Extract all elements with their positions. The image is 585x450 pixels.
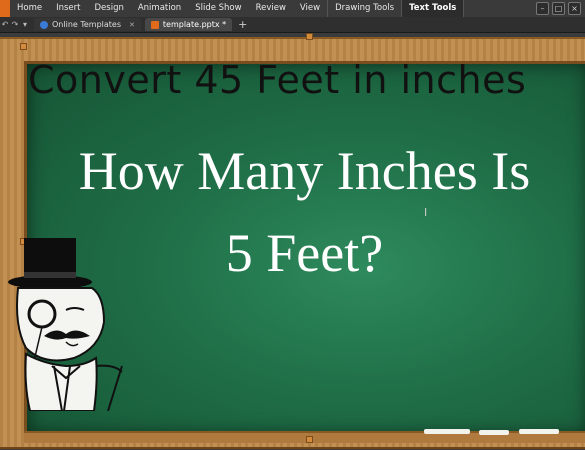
text-cursor-icon: I xyxy=(424,206,428,219)
document-icon xyxy=(150,20,159,29)
question-line-1: How Many Inches Is xyxy=(78,141,531,201)
new-tab-button[interactable]: + xyxy=(238,18,247,31)
maximize-icon[interactable]: □ xyxy=(552,2,565,15)
slide-heading[interactable]: Convert 45 Feet in inches xyxy=(28,58,585,102)
app-menu-button[interactable] xyxy=(0,0,10,17)
chalk-tray xyxy=(24,429,585,443)
tab-online-templates[interactable]: Online Templates ✕ xyxy=(34,18,141,31)
chalk-piece xyxy=(519,429,559,434)
tab-template-pptx[interactable]: template.pptx * xyxy=(144,18,233,31)
menu-insert[interactable]: Insert xyxy=(49,0,87,17)
document-tab-bar: ↶ ↷ ▾ Online Templates ✕ template.pptx *… xyxy=(0,17,585,33)
selection-handle[interactable] xyxy=(306,33,313,40)
close-icon[interactable]: × xyxy=(568,2,581,15)
menu-slide-show[interactable]: Slide Show xyxy=(188,0,248,17)
chalk-piece xyxy=(479,430,509,435)
tab-label: Online Templates xyxy=(52,20,122,29)
menu-home[interactable]: Home xyxy=(10,0,49,17)
menu-drawing-tools[interactable]: Drawing Tools xyxy=(327,0,401,17)
undo-icon[interactable]: ↶ xyxy=(0,20,10,29)
minimize-icon[interactable]: – xyxy=(536,2,549,15)
redo-icon[interactable]: ↷ xyxy=(10,20,20,29)
menu-review[interactable]: Review xyxy=(249,0,293,17)
close-tab-icon[interactable]: ✕ xyxy=(129,21,135,29)
chalk-piece xyxy=(424,429,470,434)
selection-handle[interactable] xyxy=(20,43,27,50)
menu-design[interactable]: Design xyxy=(88,0,131,17)
menu-bar: Home Insert Design Animation Slide Show … xyxy=(0,0,585,18)
online-templates-icon xyxy=(40,20,48,29)
selection-handle[interactable] xyxy=(306,436,313,443)
mustache-meme-image[interactable] xyxy=(4,236,134,411)
tab-label: template.pptx * xyxy=(162,20,227,29)
window-controls: – □ × xyxy=(536,2,581,15)
menu-view[interactable]: View xyxy=(293,0,327,17)
dropdown-icon[interactable]: ▾ xyxy=(20,20,30,29)
menu-animation[interactable]: Animation xyxy=(131,0,188,17)
menu-text-tools[interactable]: Text Tools xyxy=(401,0,465,17)
